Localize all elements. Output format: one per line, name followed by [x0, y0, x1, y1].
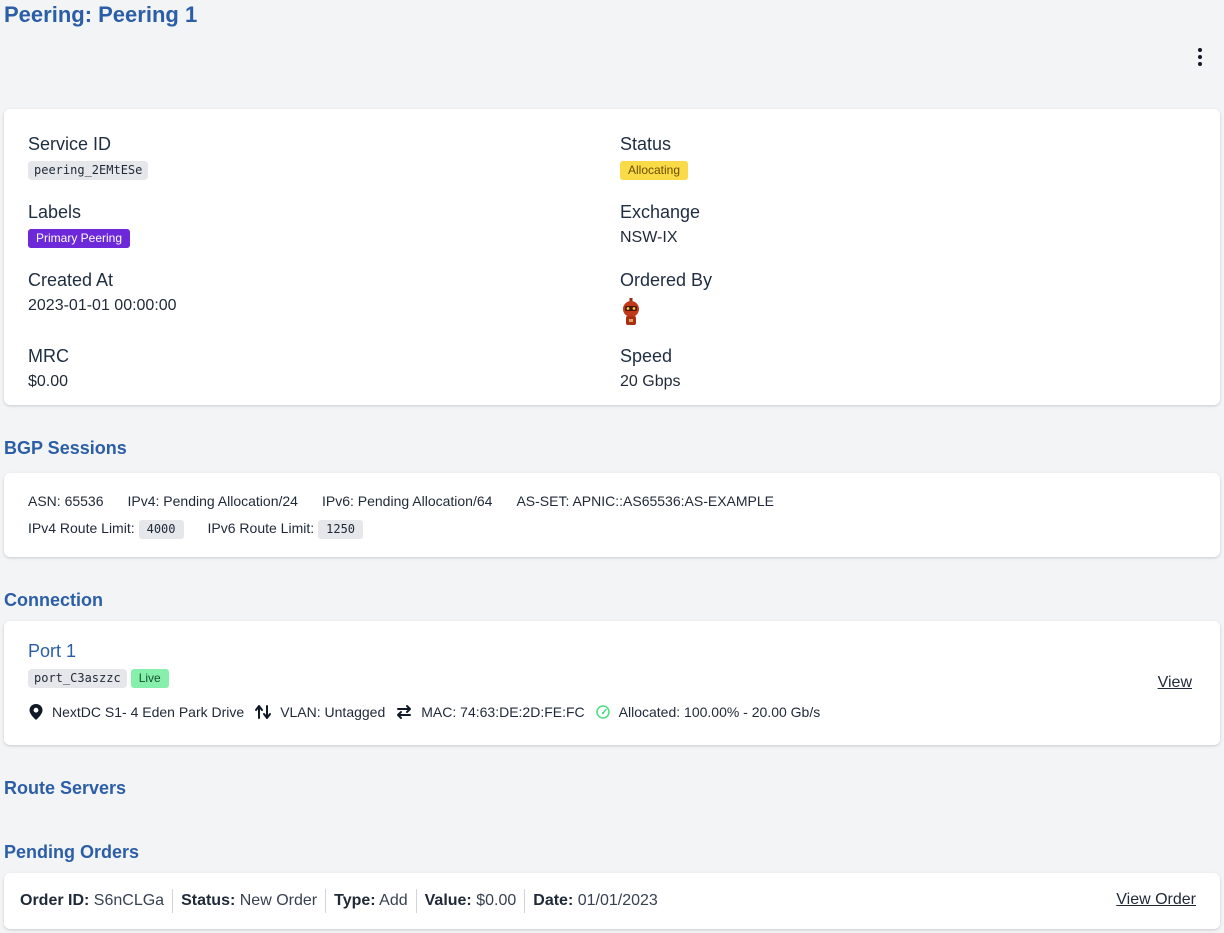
bgp-ipv6: IPv6: Pending Allocation/64 — [321, 493, 493, 509]
route-servers-title: Route Servers — [4, 778, 127, 798]
mrc-value: $0.00 — [28, 373, 69, 390]
speedometer-icon — [595, 705, 610, 719]
more-options-icon[interactable] — [1190, 46, 1210, 68]
port-allocation-text: Allocated: 100.00% - 20.00 Gb/s — [618, 704, 821, 720]
view-port-link[interactable]: View — [1158, 674, 1192, 692]
order-type-value: Add — [379, 892, 408, 909]
order-value-label: Value: — [424, 892, 472, 909]
horizontal-transfer-icon — [397, 705, 412, 719]
order-date-label: Date: — [533, 892, 574, 909]
order-type: Type: Add — [326, 889, 417, 913]
port-status-badge: Live — [130, 669, 169, 688]
view-order-link[interactable]: View Order — [1116, 891, 1196, 909]
order-value: Value: $0.00 — [417, 889, 526, 913]
exchange-value: NSW-IX — [620, 229, 678, 246]
service-details-card: Service ID peering_2EMtESe Status Alloca… — [4, 109, 1220, 405]
ipv4-route-limit: IPv4 Route Limit: 4000 — [28, 520, 184, 539]
mrc-field: MRC $0.00 — [28, 345, 69, 392]
bgp-session-card[interactable]: ASN: 65536 IPv4: Pending Allocation/24 I… — [4, 473, 1220, 557]
order-status-label: Status: — [181, 892, 236, 909]
order-value-value: $0.00 — [476, 892, 517, 909]
connection-title: Connection — [4, 590, 103, 610]
ipv6-route-limit: IPv6 Route Limit: 1250 — [208, 520, 364, 539]
port-vlan-text: VLAN: Untagged — [280, 704, 386, 720]
vertical-transfer-icon — [255, 705, 272, 719]
status-field: Status Allocating — [620, 133, 689, 180]
port-mac: MAC: 74:63:DE:2D:FE:FC — [395, 704, 585, 720]
order-status-value: New Order — [239, 892, 318, 909]
location-pin-icon — [29, 704, 43, 720]
bgp-ipv4: IPv4: Pending Allocation/24 — [127, 493, 298, 509]
order-id-value: S6nCLGa — [93, 892, 165, 909]
created-at-field: Created At 2023-01-01 00:00:00 — [28, 269, 177, 316]
port-vlan: VLAN: Untagged — [254, 704, 385, 720]
order-date: Date: 01/01/2023 — [525, 889, 666, 913]
robot-avatar-icon[interactable] — [620, 297, 642, 327]
order-status: Status: New Order — [173, 889, 327, 913]
speed-field: Speed 20 Gbps — [620, 345, 680, 392]
order-type-label: Type: — [334, 892, 376, 909]
port-allocation: Allocated: 100.00% - 20.00 Gb/s — [595, 704, 821, 720]
order-date-value: 01/01/2023 — [577, 892, 658, 909]
port-id: port_C3aszzc — [28, 669, 127, 688]
service-id-value: peering_2EMtESe — [28, 161, 149, 180]
port-location-text: NextDC S1- 4 Eden Park Drive — [52, 704, 245, 720]
port-location: NextDC S1- 4 Eden Park Drive — [28, 703, 244, 721]
page-title: Peering: Peering 1 — [4, 2, 198, 27]
ordered-by-label: Ordered By — [620, 270, 713, 290]
port-mac-text: MAC: 74:63:DE:2D:FE:FC — [421, 704, 585, 720]
speed-value: 20 Gbps — [620, 373, 681, 390]
connection-card: Port 1 port_C3aszzc Live NextDC S1- 4 Ed… — [4, 621, 1220, 745]
ordered-by-field: Ordered By — [620, 269, 712, 333]
bgp-as-set: AS-SET: APNIC::AS65536:AS-EXAMPLE — [516, 493, 774, 509]
service-id-label: Service ID — [28, 134, 112, 154]
service-id-field: Service ID peering_2EMtESe — [28, 133, 149, 180]
label-badge: Primary Peering — [28, 229, 131, 248]
ipv6-route-limit-label: IPv6 Route Limit: — [207, 520, 315, 536]
pending-orders-title: Pending Orders — [4, 842, 140, 862]
bgp-asn: ASN: 65536 — [28, 493, 104, 509]
bgp-sessions-title: BGP Sessions — [4, 438, 127, 458]
order-id-label: Order ID: — [20, 892, 90, 909]
ipv4-route-limit-label: IPv4 Route Limit: — [28, 520, 135, 536]
exchange-field: Exchange NSW-IX — [620, 201, 700, 248]
ipv6-route-limit-value: 1250 — [318, 520, 364, 539]
exchange-label: Exchange — [620, 202, 701, 222]
created-at-label: Created At — [28, 270, 114, 290]
labels-field: Labels Primary Peering — [28, 201, 131, 248]
status-label: Status — [620, 134, 672, 154]
speed-label: Speed — [620, 346, 673, 366]
status-badge: Allocating — [620, 161, 689, 180]
pending-order-card: Order ID: S6nCLGa Status: New Order Type… — [4, 873, 1220, 929]
ipv4-route-limit-value: 4000 — [138, 520, 184, 539]
labels-label: Labels — [28, 202, 82, 222]
mrc-label: MRC — [28, 346, 69, 366]
port-name[interactable]: Port 1 — [28, 641, 76, 662]
created-at-value: 2023-01-01 00:00:00 — [28, 297, 177, 314]
order-id: Order ID: S6nCLGa — [20, 889, 174, 913]
